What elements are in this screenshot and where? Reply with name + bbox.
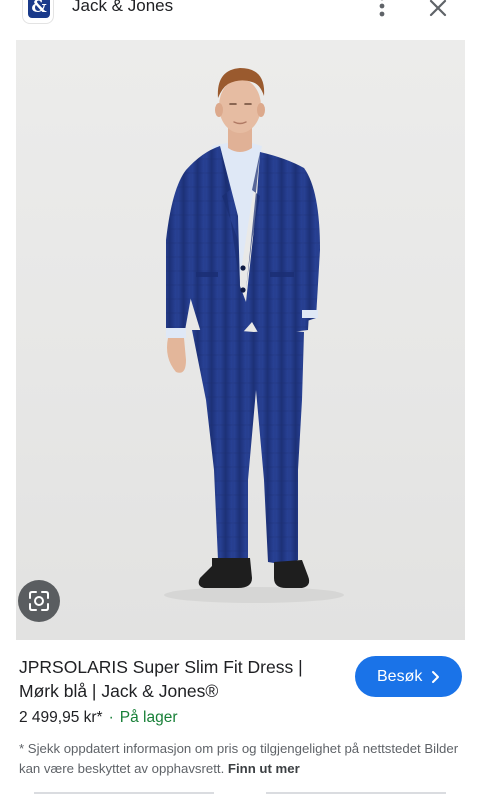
site-logo[interactable]: &: [22, 0, 54, 24]
separator-dot: ·: [108, 709, 114, 726]
google-lens-button[interactable]: [18, 580, 60, 622]
product-image[interactable]: [16, 40, 465, 640]
price-row: 2 499,95 kr* · På lager: [19, 707, 178, 729]
visit-button[interactable]: Besøk: [355, 656, 462, 697]
lens-icon: [29, 591, 49, 611]
site-name[interactable]: Jack & Jones: [72, 0, 173, 16]
close-icon[interactable]: [426, 0, 450, 20]
learn-more-link[interactable]: Finn ut mer: [228, 761, 300, 776]
suit-model-illustration: [164, 68, 344, 603]
top-bar: & Jack & Jones: [0, 0, 480, 38]
more-vert-icon[interactable]: [374, 0, 390, 18]
visit-button-label: Besøk: [377, 668, 423, 685]
ampersand-logo-icon: &: [28, 0, 50, 18]
product-title[interactable]: JPRSOLARIS Super Slim Fit Dress | Mørk b…: [19, 655, 339, 703]
chevron-right-icon: [432, 671, 439, 683]
bottom-divider: [0, 792, 480, 796]
price: 2 499,95 kr*: [19, 709, 103, 726]
stock-status: På lager: [119, 709, 178, 726]
divider-segment: [266, 792, 446, 794]
divider-segment: [34, 792, 214, 794]
disclaimer: * Sjekk oppdatert informasjon om pris og…: [19, 739, 459, 779]
